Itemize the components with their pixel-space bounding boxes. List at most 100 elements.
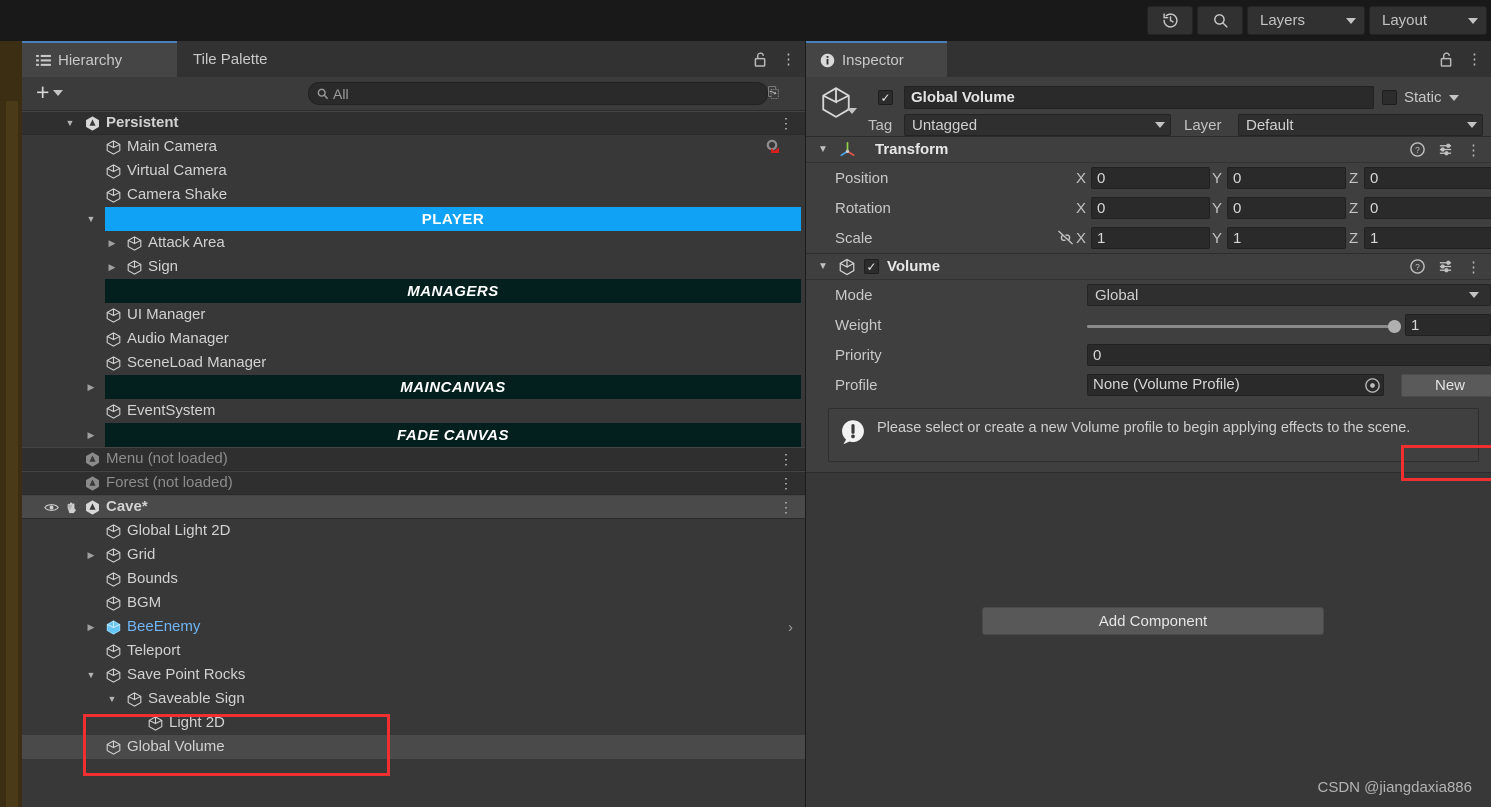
transform-position-y-field[interactable] bbox=[1227, 167, 1346, 189]
foldout-arrow-closed-icon[interactable]: ▶ bbox=[84, 430, 98, 441]
preset-settings-icon[interactable] bbox=[1438, 259, 1453, 274]
weight-slider-knob[interactable] bbox=[1388, 320, 1401, 333]
layers-dropdown[interactable]: Layers bbox=[1247, 6, 1365, 35]
static-checkbox[interactable] bbox=[1382, 90, 1397, 105]
transform-scale-z-field[interactable] bbox=[1364, 227, 1491, 249]
volume-component-header[interactable]: ▼ ✓ Volume ? ⋮ bbox=[806, 254, 1491, 280]
eye-icon[interactable] bbox=[44, 502, 59, 513]
transform-scale-x-field[interactable] bbox=[1091, 227, 1210, 249]
hierarchy-item-row[interactable]: Bounds bbox=[22, 567, 805, 591]
profile-object-field[interactable]: None (Volume Profile) bbox=[1087, 374, 1384, 396]
layer-dropdown[interactable]: Default bbox=[1238, 114, 1483, 136]
hierarchy-scene-row[interactable]: Menu (not loaded) ⋮ bbox=[22, 447, 805, 471]
search-icon[interactable] bbox=[1197, 6, 1243, 35]
axis-label-y: Y bbox=[1212, 169, 1223, 187]
foldout-arrow-closed-icon[interactable]: ▶ bbox=[84, 550, 98, 561]
history-undo-icon[interactable] bbox=[1147, 6, 1193, 35]
transform-component-header[interactable]: ▼ Transform ? ⋮ bbox=[806, 137, 1491, 163]
foldout-arrow-open-icon[interactable]: ▼ bbox=[63, 502, 77, 512]
transform-row-label: Rotation bbox=[835, 199, 891, 217]
chevron-down-icon[interactable] bbox=[1448, 94, 1459, 101]
hierarchy-item-row[interactable]: Main Camera bbox=[22, 135, 805, 159]
foldout-arrow-open-icon[interactable]: ▼ bbox=[84, 214, 98, 224]
transform-rotation-z-field[interactable] bbox=[1364, 197, 1491, 219]
tab-inspector[interactable]: Inspector bbox=[806, 41, 947, 77]
hierarchy-scene-row[interactable]: ▼ Cave* ⋮ bbox=[22, 495, 805, 519]
prefab-open-chevron-icon[interactable]: › bbox=[788, 619, 793, 636]
weight-slider[interactable] bbox=[1087, 319, 1401, 333]
transform-rotation-y-field[interactable] bbox=[1227, 197, 1346, 219]
volume-enabled-checkbox[interactable]: ✓ bbox=[864, 259, 879, 274]
foldout-arrow-open-icon[interactable]: ▼ bbox=[818, 261, 830, 272]
scene-row-menu-icon[interactable]: ⋮ bbox=[779, 111, 793, 135]
object-name-field[interactable] bbox=[904, 86, 1374, 109]
foldout-arrow-closed-icon[interactable]: ▶ bbox=[84, 382, 98, 393]
constrain-proportions-off-icon[interactable] bbox=[1056, 229, 1075, 251]
new-profile-button[interactable]: New bbox=[1401, 374, 1491, 397]
hierarchy-item-row[interactable]: ▶ Attack Area bbox=[22, 231, 805, 255]
foldout-arrow-closed-icon[interactable]: ▶ bbox=[105, 238, 119, 249]
object-picker-icon[interactable] bbox=[1364, 377, 1381, 394]
hierarchy-item-row[interactable]: Global Light 2D bbox=[22, 519, 805, 543]
lock-open-icon[interactable] bbox=[1440, 51, 1453, 67]
transform-menu-icon[interactable]: ⋮ bbox=[1466, 141, 1481, 159]
priority-value-field[interactable] bbox=[1087, 344, 1491, 366]
search-input[interactable] bbox=[333, 85, 761, 102]
hierarchy-item-row[interactable]: ▶ BeeEnemy › bbox=[22, 615, 805, 639]
lock-open-icon[interactable] bbox=[754, 51, 767, 67]
foldout-arrow-closed-icon[interactable]: ▶ bbox=[84, 622, 98, 633]
hierarchy-item-row[interactable]: ▶ Sign bbox=[22, 255, 805, 279]
hierarchy-banner-maincanvas[interactable]: ▶ MAINCANVAS bbox=[22, 375, 805, 399]
mode-dropdown[interactable]: Global bbox=[1087, 284, 1491, 306]
hierarchy-scene-row[interactable]: ▼ Persistent ⋮ bbox=[22, 111, 805, 135]
hierarchy-item-row[interactable]: Light 2D bbox=[22, 711, 805, 735]
hierarchy-item-row[interactable]: ▼ Saveable Sign bbox=[22, 687, 805, 711]
hierarchy-item-row[interactable]: EventSystem bbox=[22, 399, 805, 423]
hierarchy-item-row[interactable]: UI Manager bbox=[22, 303, 805, 327]
scene-row-menu-icon[interactable]: ⋮ bbox=[779, 471, 793, 495]
volume-menu-icon[interactable]: ⋮ bbox=[1466, 258, 1481, 276]
create-object-button[interactable]: + bbox=[36, 81, 64, 104]
hierarchy-item-row[interactable]: SceneLoad Manager bbox=[22, 351, 805, 375]
hierarchy-item-row[interactable]: Audio Manager bbox=[22, 327, 805, 351]
foldout-arrow-closed-icon[interactable]: ▶ bbox=[105, 262, 119, 273]
hierarchy-banner-player[interactable]: ▼ PLAYER bbox=[22, 207, 805, 231]
hierarchy-item-content: Camera Shake bbox=[105, 183, 227, 207]
hierarchy-search-field[interactable] bbox=[308, 82, 768, 105]
tab-hierarchy[interactable]: Hierarchy bbox=[22, 41, 177, 77]
hierarchy-item-row[interactable]: Teleport bbox=[22, 639, 805, 663]
hierarchy-menu-icon[interactable]: ⋮ bbox=[781, 50, 796, 68]
foldout-arrow-open-icon[interactable]: ▼ bbox=[818, 144, 830, 155]
preset-settings-icon[interactable] bbox=[1438, 142, 1453, 157]
add-component-button[interactable]: Add Component bbox=[982, 607, 1324, 635]
transform-position-x-field[interactable] bbox=[1091, 167, 1210, 189]
help-icon[interactable]: ? bbox=[1410, 259, 1425, 274]
hierarchy-tree: ▼ Persistent ⋮ Main Camera Virtual Camera Cam… bbox=[22, 111, 805, 807]
hierarchy-item-row[interactable]: ▼ Save Point Rocks bbox=[22, 663, 805, 687]
scene-row-menu-icon[interactable]: ⋮ bbox=[779, 495, 793, 519]
scene-row-menu-icon[interactable]: ⋮ bbox=[779, 447, 793, 471]
tag-dropdown[interactable]: Untagged bbox=[904, 114, 1171, 136]
transform-position-z-field[interactable] bbox=[1364, 167, 1491, 189]
hierarchy-item-row[interactable]: Camera Shake bbox=[22, 183, 805, 207]
layout-dropdown[interactable]: Layout bbox=[1369, 6, 1487, 35]
weight-value-field[interactable] bbox=[1405, 314, 1491, 336]
help-icon[interactable]: ? bbox=[1410, 142, 1425, 157]
hierarchy-item-row[interactable]: BGM bbox=[22, 591, 805, 615]
hierarchy-item-row[interactable]: Virtual Camera bbox=[22, 159, 805, 183]
search-expand-icon[interactable]: ⎘ bbox=[768, 84, 779, 101]
hierarchy-scene-row[interactable]: Forest (not loaded) ⋮ bbox=[22, 471, 805, 495]
inspector-menu-icon[interactable]: ⋮ bbox=[1467, 50, 1482, 68]
camera-gear-icon[interactable] bbox=[763, 138, 783, 161]
hierarchy-item-row[interactable]: ▶ Grid bbox=[22, 543, 805, 567]
hierarchy-banner-fade-canvas[interactable]: ▶ FADE CANVAS bbox=[22, 423, 805, 447]
foldout-arrow-open-icon[interactable]: ▼ bbox=[63, 118, 77, 128]
transform-rotation-x-field[interactable] bbox=[1091, 197, 1210, 219]
tab-tile-palette[interactable]: Tile Palette bbox=[179, 41, 281, 77]
hierarchy-item-row[interactable]: Global Volume bbox=[22, 735, 805, 759]
transform-scale-y-field[interactable] bbox=[1227, 227, 1346, 249]
foldout-arrow-open-icon[interactable]: ▼ bbox=[105, 694, 119, 704]
object-enabled-checkbox[interactable]: ✓ bbox=[878, 90, 893, 105]
hierarchy-banner-managers[interactable]: MANAGERS bbox=[22, 279, 805, 303]
foldout-arrow-open-icon[interactable]: ▼ bbox=[84, 670, 98, 680]
